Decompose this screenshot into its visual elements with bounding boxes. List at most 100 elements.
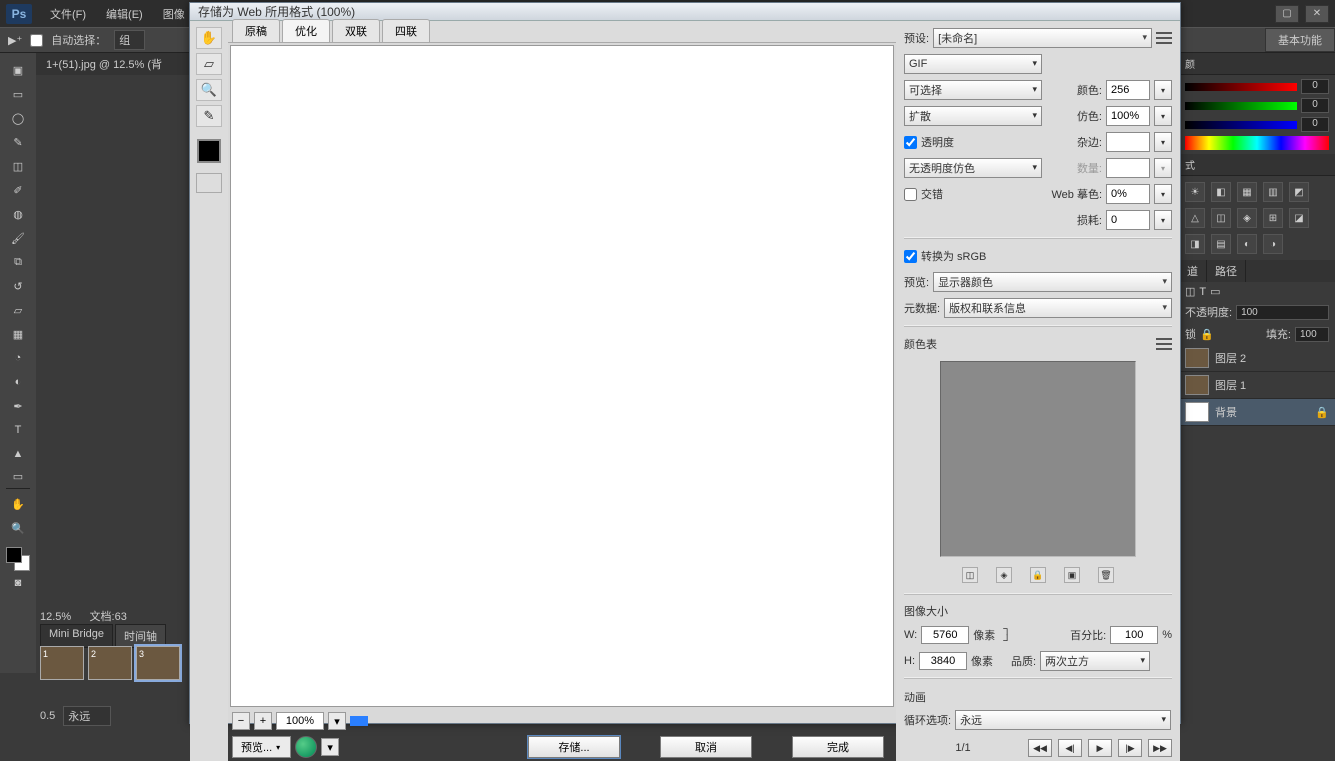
w-input[interactable] (921, 626, 969, 644)
channels-tab[interactable]: 道 (1179, 260, 1207, 282)
lock-icon[interactable]: 🔒 (1200, 328, 1214, 341)
color-panel-tab[interactable]: 颜 (1179, 53, 1335, 75)
tab-2up[interactable]: 双联 (332, 19, 380, 42)
prev-frame-button[interactable]: ◀| (1058, 739, 1082, 757)
quickselect-tool-icon[interactable]: ✎ (6, 131, 30, 153)
g-value[interactable]: 0 (1301, 98, 1329, 113)
browser-preview-icon[interactable] (295, 736, 317, 758)
auto-select-target[interactable]: 组 (114, 30, 145, 50)
next-frame-button[interactable]: |▶ (1118, 739, 1142, 757)
marquee-tool-icon[interactable]: ▭ (6, 83, 30, 105)
ct-new-icon[interactable]: ▣ (1064, 567, 1080, 583)
frame-thumb[interactable]: 1 (40, 646, 84, 680)
matte-stepper[interactable]: ▾ (1154, 132, 1172, 152)
minibridge-tab[interactable]: Mini Bridge (40, 624, 113, 648)
preview-color-select[interactable]: 显示器颜色 (933, 272, 1172, 292)
dither-select[interactable]: 扩散 (904, 106, 1042, 126)
close-icon[interactable]: ✕ (1305, 5, 1329, 23)
eyedropper-tool-icon[interactable]: ✎ (196, 105, 222, 127)
frame-thumb[interactable]: 3 (136, 646, 180, 680)
browser-dropdown[interactable]: ▾ (321, 738, 339, 756)
metadata-select[interactable]: 版权和联系信息 (944, 298, 1172, 318)
color-swatch[interactable] (6, 547, 30, 571)
adj-icon[interactable]: ▥ (1263, 182, 1283, 202)
zoom-out-button[interactable]: − (232, 712, 250, 730)
kind-filter-icon[interactable]: T (1199, 286, 1206, 298)
zoom-tool-icon[interactable]: 🔍 (6, 517, 30, 539)
frame-thumb[interactable]: 2 (88, 646, 132, 680)
move-tool-icon[interactable]: ▣ (6, 59, 30, 81)
adj-icon[interactable]: △ (1185, 208, 1205, 228)
dither-stepper[interactable]: ▾ (1154, 106, 1172, 126)
save-button[interactable]: 存储... (528, 736, 620, 758)
styles-panel-tab[interactable]: 式 (1179, 154, 1335, 176)
layer-row[interactable]: 图层 1 (1179, 372, 1335, 399)
menu-edit[interactable]: 编辑(E) (96, 2, 153, 26)
pen-tool-icon[interactable]: ✒ (6, 395, 30, 417)
matte-swatch[interactable] (1106, 132, 1150, 152)
adj-icon[interactable]: ⊞ (1263, 208, 1283, 228)
brush-tool-icon[interactable]: 🖌 (6, 227, 30, 249)
kind-filter-icon[interactable]: ▭ (1210, 285, 1220, 298)
fill-value[interactable]: 100 (1295, 327, 1329, 342)
quickmask-icon[interactable]: ◙ (15, 577, 22, 595)
lasso-tool-icon[interactable]: ◯ (6, 107, 30, 129)
b-value[interactable]: 0 (1301, 117, 1329, 132)
history-brush-tool-icon[interactable]: ↺ (6, 275, 30, 297)
ct-pick-icon[interactable]: ◫ (962, 567, 978, 583)
colors-input[interactable] (1106, 80, 1150, 100)
slice-select-icon[interactable]: ▱ (196, 53, 222, 75)
workspace-switcher[interactable]: 基本功能 (1265, 28, 1335, 52)
adj-icon[interactable]: ◪ (1289, 208, 1309, 228)
layer-row[interactable]: 图层 2 (1179, 345, 1335, 372)
zoom-input[interactable] (276, 712, 324, 730)
format-select[interactable]: GIF (904, 54, 1042, 74)
percent-input[interactable] (1110, 626, 1158, 644)
ct-shift-icon[interactable]: ◈ (996, 567, 1012, 583)
hand-tool-icon[interactable]: ✋ (196, 27, 222, 49)
adj-icon[interactable]: ◐ (1237, 234, 1257, 254)
ct-delete-icon[interactable]: 🗑 (1098, 567, 1114, 583)
preset-menu-icon[interactable] (1156, 32, 1172, 44)
h-input[interactable] (919, 652, 967, 670)
tab-original[interactable]: 原稿 (232, 19, 280, 42)
loop-select[interactable]: 永远 (955, 710, 1171, 730)
loop-select[interactable]: 永远 (63, 706, 111, 726)
adj-icon[interactable]: ▤ (1211, 234, 1231, 254)
opacity-value[interactable]: 100 (1236, 305, 1329, 320)
eyedropper-tool-icon[interactable]: ✐ (6, 179, 30, 201)
done-button[interactable]: 完成 (792, 736, 884, 758)
first-frame-button[interactable]: ◀◀ (1028, 739, 1052, 757)
layer-row[interactable]: 背景 🔒 (1179, 399, 1335, 426)
adj-icon[interactable]: ▦ (1237, 182, 1257, 202)
eraser-tool-icon[interactable]: ▱ (6, 299, 30, 321)
adj-icon[interactable]: ◩ (1289, 182, 1309, 202)
cancel-button[interactable]: 取消 (660, 736, 752, 758)
hand-tool-icon[interactable]: ✋ (6, 493, 30, 515)
lossy-stepper[interactable]: ▾ (1154, 210, 1172, 230)
menu-file[interactable]: 文件(F) (40, 2, 96, 26)
link-icon[interactable]: ┐┘ (1003, 623, 1011, 647)
adj-icon[interactable]: ◨ (1185, 234, 1205, 254)
transparency-checkbox[interactable] (904, 136, 917, 149)
adj-icon[interactable]: ◈ (1237, 208, 1257, 228)
zoom-tool-icon[interactable]: 🔍 (196, 79, 222, 101)
reduction-select[interactable]: 可选择 (904, 80, 1042, 100)
ct-lock-icon[interactable]: 🔒 (1030, 567, 1046, 583)
kind-filter-icon[interactable]: ◫ (1185, 285, 1195, 298)
colors-stepper[interactable]: ▾ (1154, 80, 1172, 100)
adj-icon[interactable]: ◧ (1211, 182, 1231, 202)
last-frame-button[interactable]: ▶▶ (1148, 739, 1172, 757)
stamp-tool-icon[interactable]: ⧉ (6, 251, 30, 273)
adj-icon[interactable]: ◫ (1211, 208, 1231, 228)
timeline-tab[interactable]: 时间轴 (115, 624, 166, 648)
r-value[interactable]: 0 (1301, 79, 1329, 94)
dither-input[interactable] (1106, 106, 1150, 126)
adj-icon[interactable]: ◑ (1263, 234, 1283, 254)
zoom-in-button[interactable]: + (254, 712, 272, 730)
interlace-checkbox[interactable] (904, 188, 917, 201)
color-table[interactable] (940, 361, 1136, 557)
lossy-input[interactable] (1106, 210, 1150, 230)
maximize-icon[interactable]: ▢ (1275, 5, 1299, 23)
blur-tool-icon[interactable]: ◔ (6, 347, 30, 369)
